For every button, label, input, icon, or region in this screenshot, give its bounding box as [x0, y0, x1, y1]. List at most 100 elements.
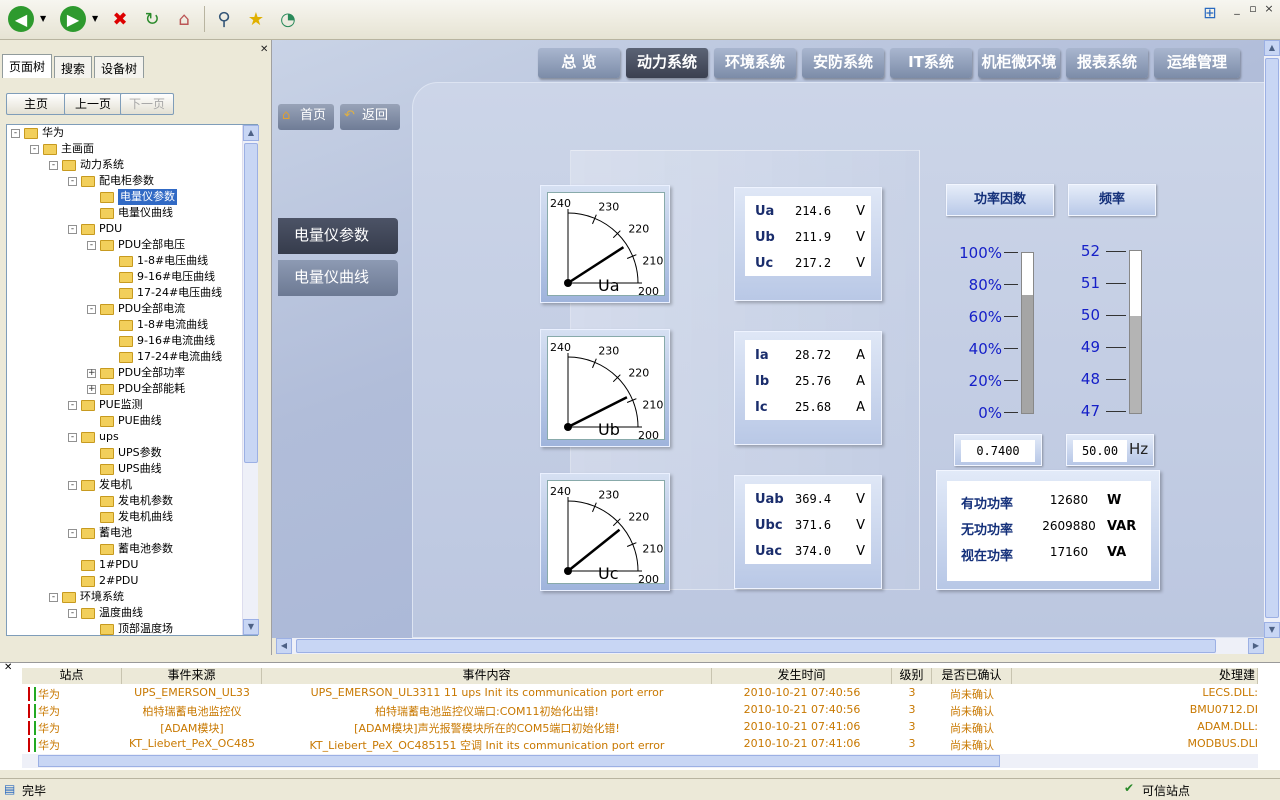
tree-node[interactable]: - 发电机 [68, 477, 132, 493]
expand-icon[interactable]: - [87, 240, 96, 250]
chevron-down-icon[interactable]: ▼ [92, 14, 98, 23]
expand-icon[interactable]: - [11, 128, 20, 138]
expand-icon[interactable]: - [68, 432, 77, 442]
expand-icon[interactable]: + [87, 384, 96, 394]
tree-node[interactable]: - 配电柜参数 [68, 173, 154, 189]
tree-node[interactable]: - PDU全部电流 [87, 301, 185, 317]
scroll-down-icon[interactable]: ▼ [1264, 622, 1280, 638]
scroll-up-icon[interactable]: ▲ [243, 125, 259, 141]
tab-security-system[interactable]: 安防系统 [802, 48, 884, 78]
expand-icon[interactable]: - [68, 224, 77, 234]
tab-device-tree[interactable]: 设备树 [94, 56, 145, 78]
tree-node[interactable]: 电量仪参数 [87, 189, 177, 205]
col-confirmed[interactable]: 是否已确认 [932, 668, 1012, 684]
tree-node[interactable]: 1-8#电压曲线 [106, 253, 208, 269]
menu-meter-params[interactable]: 电量仪参数 [278, 218, 398, 254]
horizontal-scrollbar[interactable]: ◀ ▶ [276, 638, 1264, 654]
menu-meter-curves[interactable]: 电量仪曲线 [278, 260, 398, 296]
tree-node[interactable]: - ups [68, 429, 119, 445]
minimize-button[interactable]: _ [1230, 2, 1244, 16]
expand-icon[interactable]: - [30, 144, 39, 154]
tab-page-tree[interactable]: 页面树 [2, 54, 53, 78]
tree-node[interactable]: - 温度曲线 [68, 605, 143, 621]
forward-icon[interactable]: ▶ [60, 6, 86, 32]
scroll-right-icon[interactable]: ▶ [1248, 638, 1264, 654]
col-source[interactable]: 事件来源 [122, 668, 262, 684]
tree-node[interactable]: - PUE监测 [68, 397, 143, 413]
tree-node[interactable]: + PDU全部能耗 [87, 381, 185, 397]
tab-environment-system[interactable]: 环境系统 [714, 48, 796, 78]
tree-node[interactable]: PUE曲线 [87, 413, 162, 429]
event-row[interactable]: 华为 [ADAM模块] [ADAM模块]声光报警模块所在的COM5端口初始化错! 20… [22, 720, 1258, 737]
tab-it-system[interactable]: IT系统 [890, 48, 972, 78]
tree-node[interactable]: UPS参数 [87, 445, 162, 461]
tree-node[interactable]: 发电机曲线 [87, 509, 173, 525]
expand-icon[interactable]: - [68, 176, 77, 186]
col-level[interactable]: 级别 [892, 668, 932, 684]
prev-page-button[interactable]: 上一页 [64, 93, 122, 115]
event-row[interactable]: 华为 UPS_EMERSON_UL33 UPS_EMERSON_UL3311 11 … [22, 686, 1258, 703]
search-icon[interactable]: ⚲ [212, 6, 236, 32]
stop-icon[interactable]: ✖ [108, 6, 132, 32]
frequency-button[interactable]: 频率 [1068, 184, 1156, 216]
tree-scrollbar[interactable]: ▲ ▼ [242, 125, 259, 635]
expand-icon[interactable]: - [68, 480, 77, 490]
scroll-thumb[interactable] [296, 639, 1216, 653]
chevron-down-icon[interactable]: ▼ [40, 14, 46, 23]
tree-node[interactable]: - 蓄电池 [68, 525, 132, 541]
tab-overview[interactable]: 总 览 [538, 48, 620, 78]
event-row[interactable]: 华为 柏特瑞蓄电池监控仪 柏特瑞蓄电池监控仪端口:COM11初始化出错! 2010-1… [22, 703, 1258, 720]
tree-node[interactable]: 2#PDU [68, 573, 138, 589]
expand-icon[interactable]: - [49, 592, 58, 602]
event-row[interactable]: 华为 KT_Liebert_PeX_OC485 KT_Liebert_PeX_OC4… [22, 737, 1258, 754]
tree-node[interactable]: + PDU全部功率 [87, 365, 185, 381]
vertical-scrollbar[interactable]: ▲ ▼ [1264, 40, 1280, 638]
event-hscroll[interactable] [22, 754, 1258, 768]
tree-node[interactable]: 9-16#电流曲线 [106, 333, 215, 349]
restore-button[interactable]: ▫ [1246, 2, 1260, 16]
tree-node[interactable]: - 华为 [11, 125, 64, 141]
tree-node[interactable]: 9-16#电压曲线 [106, 269, 215, 285]
col-handler[interactable]: 处理建 [1012, 668, 1258, 684]
tree-node[interactable]: - 动力系统 [49, 157, 124, 173]
scroll-thumb[interactable] [38, 755, 1000, 767]
back-button[interactable]: ↶ 返回 [340, 104, 400, 130]
tree-node[interactable]: 发电机参数 [87, 493, 173, 509]
tree-node[interactable]: 17-24#电流曲线 [106, 349, 222, 365]
tree-node[interactable]: - PDU全部电压 [87, 237, 185, 253]
expand-icon[interactable]: - [68, 608, 77, 618]
tree-node[interactable]: 蓄电池参数 [87, 541, 173, 557]
tab-operations[interactable]: 运维管理 [1154, 48, 1240, 78]
col-site[interactable]: 站点 [22, 668, 122, 684]
expand-icon[interactable]: - [68, 400, 77, 410]
tree-node[interactable]: UPS曲线 [87, 461, 162, 477]
tree-node[interactable]: 1#PDU [68, 557, 138, 573]
back-icon[interactable]: ◀ [8, 6, 34, 32]
expand-icon[interactable]: + [87, 368, 96, 378]
home-button[interactable]: ⌂ 首页 [278, 104, 334, 130]
tree-node[interactable]: - 主画面 [30, 141, 94, 157]
tab-power-system[interactable]: 动力系统 [626, 48, 708, 78]
tab-cabinet-environment[interactable]: 机柜微环境 [978, 48, 1060, 78]
tree-node[interactable]: - PDU [68, 221, 122, 237]
tree-node[interactable]: 1-8#电流曲线 [106, 317, 208, 333]
tree-node[interactable]: 17-24#电压曲线 [106, 285, 222, 301]
event-close-icon[interactable]: ✕ [4, 662, 12, 673]
refresh-icon[interactable]: ↻ [140, 6, 164, 32]
scroll-down-icon[interactable]: ▼ [243, 619, 259, 635]
col-time[interactable]: 发生时间 [712, 668, 892, 684]
tab-search[interactable]: 搜索 [54, 56, 93, 78]
tree-node[interactable]: 顶部温度场 [87, 621, 173, 635]
panel-close-icon[interactable]: ✕ [260, 44, 268, 55]
home-icon[interactable]: ⌂ [172, 6, 196, 32]
home-page-button[interactable]: 主页 [6, 93, 66, 115]
history-icon[interactable]: ◔ [276, 6, 300, 32]
expand-icon[interactable]: - [49, 160, 58, 170]
close-button[interactable]: × [1262, 2, 1276, 16]
tree-node[interactable]: 电量仪曲线 [87, 205, 173, 221]
scroll-left-icon[interactable]: ◀ [276, 638, 292, 654]
tree-node[interactable]: - 环境系统 [49, 589, 124, 605]
expand-icon[interactable]: - [68, 528, 77, 538]
scroll-up-icon[interactable]: ▲ [1264, 40, 1280, 56]
favorites-icon[interactable]: ★ [244, 6, 268, 32]
